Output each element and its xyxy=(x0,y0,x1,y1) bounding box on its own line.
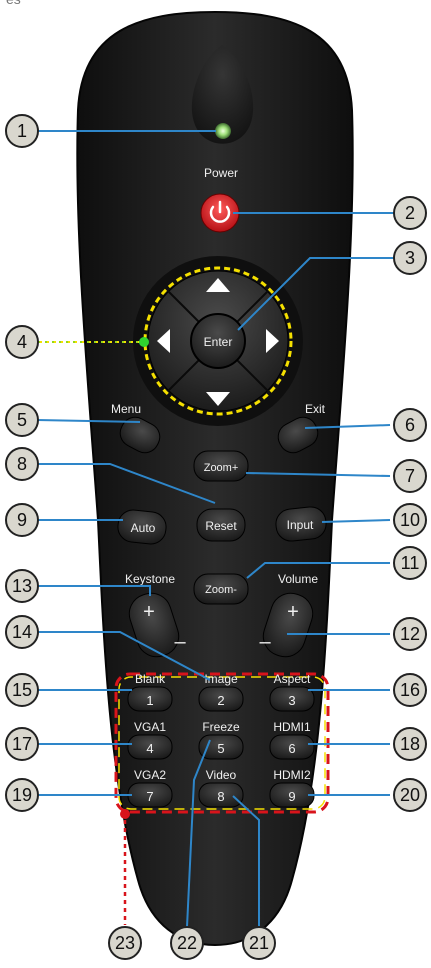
volume-minus-label: – xyxy=(259,631,271,653)
svg-text:22: 22 xyxy=(177,933,197,953)
volume-plus-label: + xyxy=(287,601,299,623)
svg-text:14: 14 xyxy=(12,622,32,642)
callout-4: 4 xyxy=(5,325,39,359)
key-7-label: 7 xyxy=(146,789,153,804)
hdmi1-label: HDMI1 xyxy=(273,720,311,734)
vga1-label: VGA1 xyxy=(134,720,166,734)
led-indicator xyxy=(215,123,231,139)
svg-text:6: 6 xyxy=(405,415,415,435)
svg-text:19: 19 xyxy=(12,785,32,805)
svg-text:5: 5 xyxy=(17,410,27,430)
blank-label: Blank xyxy=(135,672,166,686)
svg-text:2: 2 xyxy=(405,203,415,223)
svg-text:21: 21 xyxy=(249,933,269,953)
callout-3: 3 xyxy=(393,241,427,275)
video-label: Video xyxy=(206,768,237,782)
callout-13: 13 xyxy=(5,569,39,603)
callout-17: 17 xyxy=(5,727,39,761)
svg-text:23: 23 xyxy=(115,933,135,953)
callout-23: 23 xyxy=(108,926,142,960)
dpad-marker-dot xyxy=(139,337,149,347)
svg-text:7: 7 xyxy=(405,466,415,486)
volume-label: Volume xyxy=(278,572,318,586)
svg-text:8: 8 xyxy=(17,454,27,474)
svg-text:10: 10 xyxy=(400,510,420,530)
hdmi2-label: HDMI2 xyxy=(273,768,311,782)
exit-label: Exit xyxy=(305,402,326,416)
power-label: Power xyxy=(204,166,238,180)
svg-text:15: 15 xyxy=(12,680,32,700)
callout-7: 7 xyxy=(393,459,427,493)
callout-11: 11 xyxy=(393,546,427,580)
callout-8: 8 xyxy=(5,447,39,481)
callout-14: 14 xyxy=(5,615,39,649)
callout-18: 18 xyxy=(393,727,427,761)
keystone-plus-label: + xyxy=(143,601,155,623)
key-3-label: 3 xyxy=(288,693,295,708)
freeze-label: Freeze xyxy=(202,720,240,734)
callout-12: 12 xyxy=(393,617,427,651)
svg-text:3: 3 xyxy=(405,248,415,268)
callout-2: 2 xyxy=(393,196,427,230)
callout-21: 21 xyxy=(242,926,276,960)
callout-16: 16 xyxy=(393,673,427,707)
svg-text:16: 16 xyxy=(400,680,420,700)
menu-label: Menu xyxy=(111,402,141,416)
enter-label: Enter xyxy=(204,335,233,349)
callout-19: 19 xyxy=(5,778,39,812)
key-8-label: 8 xyxy=(217,789,224,804)
callout-20: 20 xyxy=(393,778,427,812)
keystone-label: Keystone xyxy=(125,572,175,586)
svg-text:12: 12 xyxy=(400,624,420,644)
zoom-minus-label: Zoom- xyxy=(205,584,237,596)
svg-text:11: 11 xyxy=(401,553,420,573)
svg-text:20: 20 xyxy=(400,785,420,805)
reset-label: Reset xyxy=(205,519,237,533)
remote-diagram: Power Enter Menu Exit Zoom+ Auto Reset I… xyxy=(5,10,427,960)
svg-text:18: 18 xyxy=(400,734,420,754)
callout-5: 5 xyxy=(5,403,39,437)
svg-text:1: 1 xyxy=(17,121,27,141)
zoom-plus-label: Zoom+ xyxy=(204,462,239,474)
key-9-label: 9 xyxy=(288,789,295,804)
callout-6: 6 xyxy=(393,408,427,442)
key-4-label: 4 xyxy=(146,741,153,756)
auto-label: Auto xyxy=(131,521,156,535)
keypad-marker-dot xyxy=(120,809,130,819)
callout-15: 15 xyxy=(5,673,39,707)
page-fragment-text: es xyxy=(6,0,21,7)
svg-text:4: 4 xyxy=(17,332,27,352)
callout-10: 10 xyxy=(393,503,427,537)
keystone-minus-label: – xyxy=(174,631,186,653)
callout-9: 9 xyxy=(5,503,39,537)
svg-text:17: 17 xyxy=(12,734,32,754)
vga2-label: VGA2 xyxy=(134,768,166,782)
key-1-label: 1 xyxy=(146,693,153,708)
callout-1: 1 xyxy=(5,114,39,148)
key-2-label: 2 xyxy=(217,693,224,708)
input-label: Input xyxy=(287,518,314,532)
key-6-label: 6 xyxy=(288,741,295,756)
svg-text:13: 13 xyxy=(12,576,32,596)
aspect-label: Aspect xyxy=(274,672,311,686)
callout-22: 22 xyxy=(170,926,204,960)
key-5-label: 5 xyxy=(217,741,224,756)
svg-text:9: 9 xyxy=(17,510,27,530)
